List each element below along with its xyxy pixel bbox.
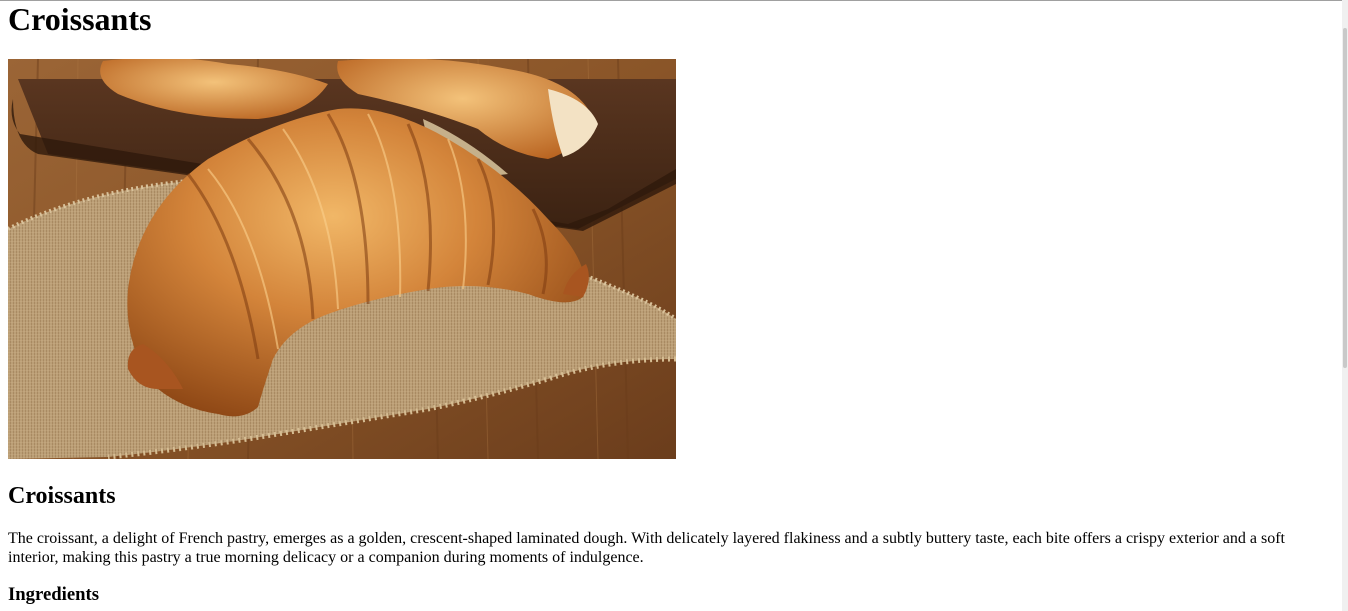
ingredients-heading: Ingredients (8, 584, 100, 605)
croissant-photo (8, 59, 676, 459)
scrollbar-thumb[interactable] (1343, 28, 1347, 368)
section-heading: Croissants (8, 483, 116, 509)
vertical-scrollbar[interactable] (1342, 0, 1348, 611)
page-title: Croissants (8, 1, 152, 37)
croissant-illustration (8, 59, 676, 459)
window-top-border (0, 0, 1348, 1)
croissant-description: The croissant, a delight of French pastr… (8, 530, 1285, 566)
